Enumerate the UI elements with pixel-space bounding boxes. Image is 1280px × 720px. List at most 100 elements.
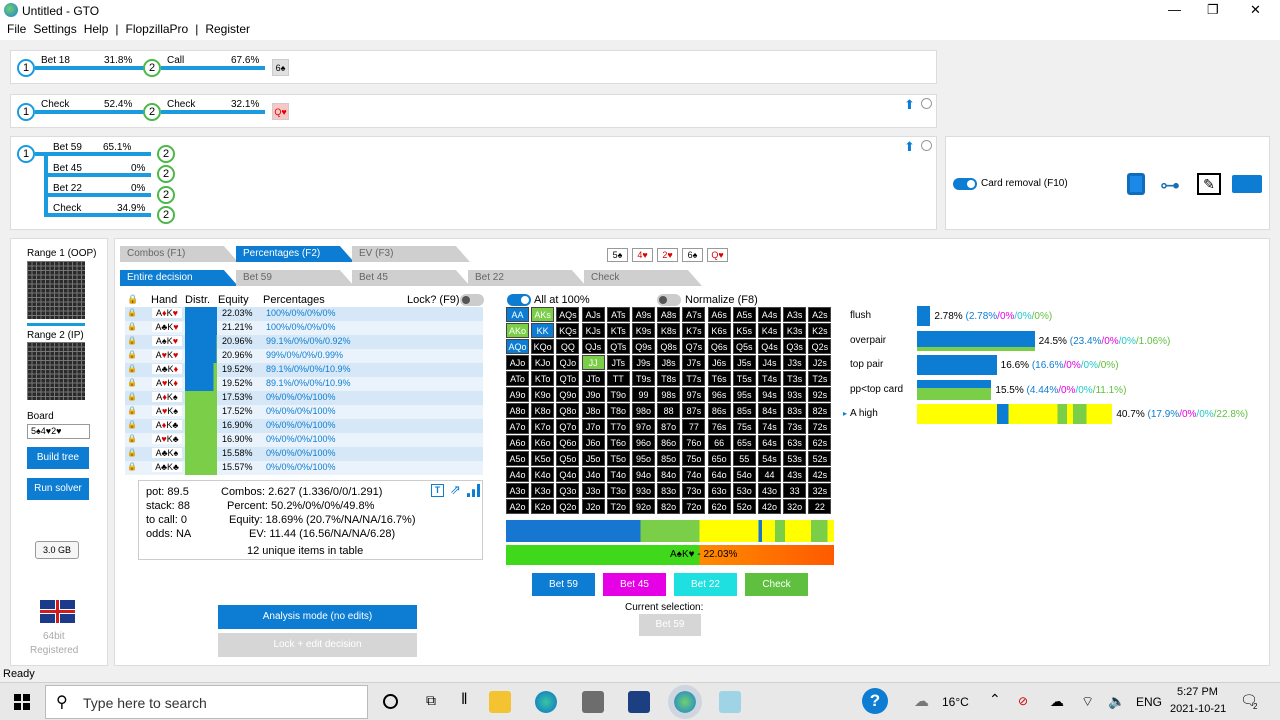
matrix-cell[interactable]: 97o	[632, 419, 655, 434]
distr-header[interactable]: Distr.	[185, 294, 210, 306]
cortana-icon[interactable]	[383, 694, 398, 709]
matrix-cell[interactable]: T2s	[808, 371, 832, 386]
chart-icon[interactable]	[467, 484, 481, 497]
lock-icon[interactable]: 🔒	[127, 336, 137, 345]
matrix-cell[interactable]: Q3s	[783, 339, 807, 354]
lock-icon[interactable]: 🔒	[127, 364, 137, 373]
matrix-cell[interactable]: J4o	[581, 467, 605, 482]
windows-start-icon[interactable]	[14, 694, 30, 710]
hand-header[interactable]: Hand	[151, 294, 177, 306]
help-icon[interactable]: ?	[862, 688, 888, 714]
matrix-cell[interactable]: Q9s	[632, 339, 655, 354]
category-label[interactable]: flush	[850, 310, 871, 321]
matrix-cell[interactable]: T5o	[606, 451, 630, 466]
matrix-cell[interactable]: KQo	[531, 339, 555, 354]
subtab-bet-45[interactable]: Bet 45	[352, 270, 470, 286]
matrix-cell[interactable]: QTs	[606, 339, 630, 354]
action-button[interactable]: Check	[745, 573, 808, 596]
matrix-cell[interactable]: 75s	[732, 419, 756, 434]
matrix-cell[interactable]: JJ	[581, 355, 605, 370]
cloud-icon[interactable]: ☁	[1050, 693, 1064, 710]
matrix-cell[interactable]: Q6o	[556, 435, 580, 450]
lock-icon[interactable]: 🔒	[127, 322, 137, 331]
text-export-icon[interactable]: T	[431, 484, 444, 497]
matrix-cell[interactable]: 95o	[632, 451, 655, 466]
matrix-cell[interactable]: 83o	[657, 483, 681, 498]
matrix-cell[interactable]: 22	[808, 499, 832, 514]
matrix-cell[interactable]: Q8o	[556, 403, 580, 418]
matrix-cell[interactable]: QJs	[581, 339, 605, 354]
run-solver-button[interactable]: Run solver	[27, 478, 89, 500]
matrix-cell[interactable]: 99	[632, 387, 655, 402]
gto-app-icon[interactable]	[668, 685, 702, 719]
matrix-cell[interactable]: T7s	[682, 371, 706, 386]
normalize-toggle[interactable]	[657, 294, 681, 306]
matrix-cell[interactable]: 74s	[758, 419, 781, 434]
chevron-up-icon[interactable]: ⌃	[989, 691, 1001, 708]
action-button[interactable]: Bet 22	[674, 573, 737, 596]
matrix-cell[interactable]: J3o	[581, 483, 605, 498]
matrix-cell[interactable]: Q4o	[556, 467, 580, 482]
matrix-cell[interactable]: 94s	[758, 387, 781, 402]
matrix-cell[interactable]: 32o	[783, 499, 807, 514]
matrix-cell[interactable]: A4o	[506, 467, 529, 482]
table-row[interactable]: 🔒 A♥K♦ 19.52% 89.1%/0%/0%/10.9%	[125, 377, 483, 391]
weather-temp[interactable]: 16°C	[942, 695, 969, 709]
matrix-cell[interactable]: KQs	[556, 323, 580, 338]
matrix-cell[interactable]: 64s	[758, 435, 781, 450]
matrix-cell[interactable]: 73s	[783, 419, 807, 434]
matrix-cell[interactable]: AQo	[506, 339, 529, 354]
matrix-cell[interactable]: 93o	[632, 483, 655, 498]
matrix-cell[interactable]: KJs	[581, 323, 605, 338]
matrix-cell[interactable]: KJo	[531, 355, 555, 370]
table-row[interactable]: 🔒 A♦K♠ 17.53% 0%/0%/0%/100%	[125, 391, 483, 405]
category-label[interactable]: pp<top card	[850, 384, 903, 395]
matrix-cell[interactable]: J5o	[581, 451, 605, 466]
matrix-cell[interactable]: KTo	[531, 371, 555, 386]
matrix-cell[interactable]: J5s	[732, 355, 756, 370]
matrix-cell[interactable]: T8s	[657, 371, 681, 386]
volume-icon[interactable]: 🔈	[1108, 693, 1125, 710]
menu-flopzilla[interactable]: FlopzillaPro	[126, 22, 189, 36]
table-row[interactable]: 🔒 A♦K♥ 22.03% 100%/0%/0%/0%	[125, 307, 483, 321]
matrix-cell[interactable]: 76o	[682, 435, 706, 450]
matrix-cell[interactable]: Q3o	[556, 483, 580, 498]
tree-node-1[interactable]: 1	[17, 59, 35, 77]
lock-icon[interactable]: 🔒	[127, 462, 137, 471]
matrix-cell[interactable]: 72o	[682, 499, 706, 514]
matrix-cell[interactable]: ATs	[606, 307, 630, 322]
table-row[interactable]: 🔒 A♠K♥ 20.96% 99.1%/0%/0%/0.92%	[125, 335, 483, 349]
matrix-cell[interactable]: A7o	[506, 419, 529, 434]
board-input[interactable]: 5♠4♥2♥	[27, 424, 90, 439]
matrix-cell[interactable]: T3s	[783, 371, 807, 386]
matrix-cell[interactable]: 63o	[707, 483, 731, 498]
matrix-cell[interactable]: K7s	[682, 323, 706, 338]
matrix-cell[interactable]: Q9o	[556, 387, 580, 402]
matrix-cell[interactable]: T9o	[606, 387, 630, 402]
clock-date[interactable]: 2021-10-21	[1170, 703, 1226, 715]
category-label[interactable]: overpair	[850, 335, 886, 346]
chart-app-icon[interactable]	[628, 691, 650, 713]
matrix-cell[interactable]: Q2o	[556, 499, 580, 514]
copy-icon[interactable]	[1127, 173, 1145, 195]
matrix-cell[interactable]: K8s	[657, 323, 681, 338]
lock-icon[interactable]: 🔒	[127, 308, 137, 317]
popout-icon[interactable]: ⇗	[450, 482, 461, 498]
matrix-cell[interactable]: Q2s	[808, 339, 832, 354]
matrix-cell[interactable]: T8o	[606, 403, 630, 418]
matrix-cell[interactable]: AJo	[506, 355, 529, 370]
matrix-cell[interactable]: 85s	[732, 403, 756, 418]
tab-percentages[interactable]: Percentages (F2)	[236, 246, 354, 262]
matrix-cell[interactable]: K5s	[732, 323, 756, 338]
matrix-cell[interactable]: KK	[531, 323, 555, 338]
subtab-bet-22[interactable]: Bet 22	[468, 270, 586, 286]
tree-node-2[interactable]: 2	[157, 145, 175, 163]
current-selection-value[interactable]: Bet 59	[639, 614, 701, 636]
uk-flag-icon[interactable]	[40, 600, 75, 623]
matrix-cell[interactable]: 75o	[682, 451, 706, 466]
matrix-cell[interactable]: J2o	[581, 499, 605, 514]
matrix-cell[interactable]: 52s	[808, 451, 832, 466]
menu-help[interactable]: Help	[84, 22, 109, 36]
range2-grid[interactable]	[27, 342, 85, 400]
folder-icon[interactable]	[1232, 175, 1262, 193]
